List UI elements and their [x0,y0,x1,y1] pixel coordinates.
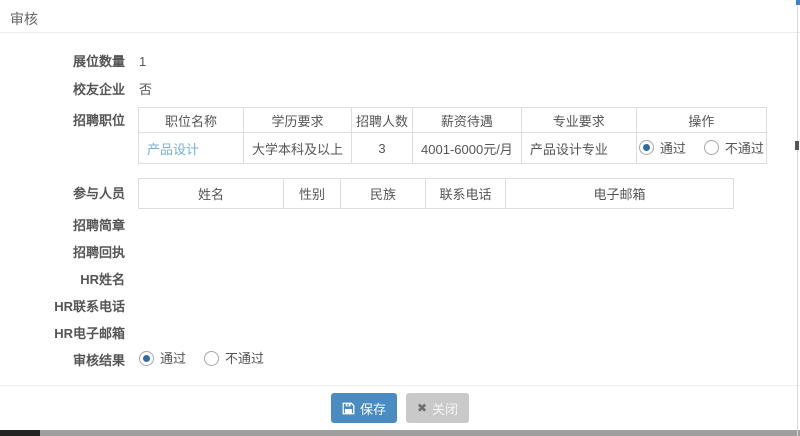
col-position-name: 职位名称 [139,108,244,133]
participants-label: 参与人员 [0,178,125,201]
scrollbar-thumb[interactable] [795,141,799,150]
col-salary: 薪资待遇 [413,108,522,133]
field-hr-name: HR姓名 [0,272,800,287]
hr-phone-label: HR联系电话 [0,299,125,314]
col-major: 专业要求 [521,108,636,133]
bottom-frame-bar [0,430,800,436]
col-name: 姓名 [139,179,284,209]
col-phone: 联系电话 [426,179,506,209]
close-button-label: 关闭 [432,399,458,418]
col-headcount: 招聘人数 [352,108,413,133]
recruitment-brochure-label: 招聘简章 [0,218,125,233]
headcount-cell: 3 [352,133,413,164]
job-positions-table: 职位名称 学历要求 招聘人数 薪资待遇 专业要求 操作 产品设计 大学本科及以上… [138,107,767,164]
bottom-frame-bar-dark-segment [0,430,40,436]
scrollbar-track [797,0,798,436]
modal-header: 审核 [0,0,800,33]
job-pass-radio[interactable] [639,140,654,155]
floppy-disk-icon [342,402,355,415]
field-review-result: 审核结果 通过 不通过 [0,351,800,369]
field-recruitment-receipt: 招聘回执 [0,245,800,260]
major-cell: 产品设计专业 [521,133,636,164]
col-actions: 操作 [636,108,766,133]
save-button[interactable]: 保存 [331,393,397,423]
review-form: 展位数量 1 校友企业 否 招聘职位 职位名称 学历要求 招聘人数 薪资待遇 [0,54,800,369]
job-fail-radio[interactable] [704,140,719,155]
alumni-enterprise-value: 否 [139,82,152,97]
field-participants: 参与人员 姓名 性别 民族 联系电话 电子邮箱 [0,178,800,209]
field-hr-email: HR电子邮箱 [0,326,800,341]
field-hr-phone: HR联系电话 [0,299,800,314]
education-cell: 大学本科及以上 [244,133,352,164]
review-fail-radio[interactable] [204,351,219,366]
page-title: 审核 [10,11,38,27]
job-fail-radio-label[interactable]: 不通过 [725,138,764,157]
field-alumni-enterprise: 校友企业 否 [0,82,800,97]
salary-cell: 4001-6000元/月 [413,133,522,164]
col-gender: 性别 [284,179,341,209]
recruitment-receipt-label: 招聘回执 [0,245,125,260]
review-pass-radio[interactable] [139,351,154,366]
job-positions-label: 招聘职位 [0,107,125,128]
field-booth-count: 展位数量 1 [0,54,800,69]
job-table-header-row: 职位名称 学历要求 招聘人数 薪资待遇 专业要求 操作 [139,108,767,133]
field-recruitment-brochure: 招聘简章 [0,218,800,233]
alumni-enterprise-label: 校友企业 [0,82,125,97]
review-result-radio-group: 通过 不通过 [139,351,264,366]
x-mark-icon: ✖ [417,401,427,415]
field-job-positions: 招聘职位 职位名称 学历要求 招聘人数 薪资待遇 专业要求 操作 [0,107,800,164]
booth-count-value: 1 [139,54,146,69]
job-approve-radio-group: 通过 不通过 [639,138,764,157]
job-table-row: 产品设计 大学本科及以上 3 4001-6000元/月 产品设计专业 通过 不通… [139,133,767,164]
review-result-value: 通过 不通过 [139,351,264,369]
review-pass-radio-label[interactable]: 通过 [160,351,186,366]
close-button[interactable]: ✖ 关闭 [406,393,469,423]
hr-email-label: HR电子邮箱 [0,326,125,341]
col-education: 学历要求 [244,108,352,133]
position-name-link[interactable]: 产品设计 [147,142,199,157]
review-fail-radio-label[interactable]: 不通过 [225,351,264,366]
review-modal: 审核 展位数量 1 校友企业 否 招聘职位 职位名称 学历要求 [0,0,800,436]
scrollbar-top-accent [796,0,800,5]
booth-count-label: 展位数量 [0,54,125,69]
job-pass-radio-label[interactable]: 通过 [660,138,686,157]
actions-cell: 通过 不通过 [636,133,766,164]
save-button-label: 保存 [360,399,386,418]
col-ethnicity: 民族 [341,179,426,209]
hr-name-label: HR姓名 [0,272,125,287]
participants-header-row: 姓名 性别 民族 联系电话 电子邮箱 [139,179,734,209]
review-result-label: 审核结果 [0,353,125,368]
col-email: 电子邮箱 [506,179,734,209]
modal-footer: 保存 ✖ 关闭 [0,385,800,430]
participants-table: 姓名 性别 民族 联系电话 电子邮箱 [138,178,734,209]
